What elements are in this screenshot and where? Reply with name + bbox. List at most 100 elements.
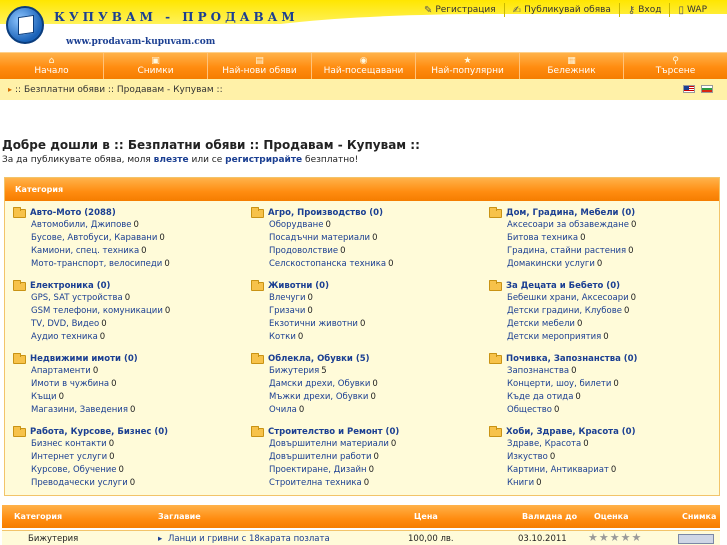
- subcategory-link[interactable]: Къщи 0: [5, 391, 243, 404]
- subcategory-link[interactable]: Аксесоари за обзавеждане 0: [481, 219, 719, 232]
- publish-link[interactable]: ✍ Публикувай обява: [503, 3, 619, 17]
- subcategory-name: Изкуство: [507, 452, 548, 462]
- subcategory-link[interactable]: Картини, Антиквариат 0: [481, 464, 719, 477]
- subcategory-link[interactable]: TV, DVD, Видео 0: [5, 318, 243, 331]
- nav-most-visited[interactable]: ◉ Най-посещавани: [312, 53, 416, 79]
- subcategory-link[interactable]: Котки 0: [243, 331, 481, 344]
- nav-most-popular[interactable]: ★ Най-популярни: [416, 53, 520, 79]
- col-rating: Оценка: [594, 512, 629, 521]
- logo-title[interactable]: КУПУВАМ - ПРОДАВАМ: [54, 10, 299, 24]
- category-title-text: Дом, Градина, Мебели (0): [506, 208, 636, 218]
- subcategory-link[interactable]: Бусове, Автобуси, Каравани 0: [5, 232, 243, 245]
- subcategory-link[interactable]: Оборудване 0: [243, 219, 481, 232]
- bulgarian-flag-icon[interactable]: [701, 85, 713, 93]
- subcategory-link[interactable]: Проектиране, Дизайн 0: [243, 464, 481, 477]
- table-row[interactable]: Бижутерия ▸ Ланци и гривни с 18карата по…: [2, 530, 720, 545]
- subcategory-count: 0: [583, 439, 589, 449]
- subcategory-link[interactable]: Общество 0: [481, 404, 719, 417]
- subcategory-link[interactable]: Екзотични животни 0: [243, 318, 481, 331]
- subcategory-link[interactable]: Изкуство 0: [481, 451, 719, 464]
- subcategory-count: 0: [624, 306, 630, 316]
- login-link[interactable]: ⚷ Вход: [618, 3, 670, 17]
- subcategory-link[interactable]: Довършителни материали 0: [243, 438, 481, 451]
- category-title[interactable]: Животни (0): [243, 279, 481, 292]
- subcategory-count: 0: [613, 379, 619, 389]
- logo-url[interactable]: www.prodavam-kupuvam.com: [66, 37, 215, 47]
- subcategory-link[interactable]: Здраве, Красота 0: [481, 438, 719, 451]
- subcategory-link[interactable]: Бизнес контакти 0: [5, 438, 243, 451]
- nav-notebook[interactable]: ▦ Бележник: [520, 53, 624, 79]
- subcategory-link[interactable]: Аудио техника 0: [5, 331, 243, 344]
- subcategory-link[interactable]: Магазини, Заведения 0: [5, 404, 243, 417]
- category-title[interactable]: Недвижими имоти (0): [5, 352, 243, 365]
- category-title[interactable]: Електроника (0): [5, 279, 243, 292]
- nav-home[interactable]: ⌂ Начало: [0, 53, 104, 79]
- category-title[interactable]: За Децата и Бебето (0): [481, 279, 719, 292]
- category-title[interactable]: Авто-Мото (2088): [5, 206, 243, 219]
- row-thumbnail[interactable]: [678, 534, 714, 544]
- subcategory-link[interactable]: Домакински услуги 0: [481, 258, 719, 271]
- category-title[interactable]: Работа, Курсове, Бизнес (0): [5, 425, 243, 438]
- subcategory-link[interactable]: Очила 0: [243, 404, 481, 417]
- category-title[interactable]: Дом, Градина, Мебели (0): [481, 206, 719, 219]
- subcategory-count: 0: [372, 233, 378, 243]
- col-category[interactable]: Категория: [14, 512, 62, 521]
- wap-link[interactable]: ▯ WAP: [669, 3, 715, 17]
- subcategory-link[interactable]: Преводачески услуги 0: [5, 477, 243, 490]
- category-title[interactable]: Облекла, Обувки (5): [243, 352, 481, 365]
- subcategory-link[interactable]: Концерти, шоу, билети 0: [481, 378, 719, 391]
- nav-photos[interactable]: ▣ Снимки: [104, 53, 208, 79]
- folder-icon: [13, 352, 26, 364]
- subcategory-link[interactable]: Селскостопанска техника 0: [243, 258, 481, 271]
- subcategory-link[interactable]: Гризачи 0: [243, 305, 481, 318]
- subcategory-link[interactable]: Довършителни работи 0: [243, 451, 481, 464]
- subcategory-link[interactable]: GPS, SAT устройства 0: [5, 292, 243, 305]
- category-title[interactable]: Агро, Производство (0): [243, 206, 481, 219]
- nav-search[interactable]: ⚲ Търсене: [624, 53, 727, 79]
- category-title[interactable]: Почивка, Запознанства (0): [481, 352, 719, 365]
- subcategory-link[interactable]: Детски мебели 0: [481, 318, 719, 331]
- english-flag-icon[interactable]: [683, 85, 695, 93]
- subcategory-link[interactable]: Дамски дрехи, Обувки 0: [243, 378, 481, 391]
- subcategory-count: 0: [373, 452, 379, 462]
- subcategory-name: Запознанства: [507, 366, 570, 376]
- col-title[interactable]: Заглавие: [158, 512, 201, 521]
- subcategory-link[interactable]: Камиони, спец. техника 0: [5, 245, 243, 258]
- register-link[interactable]: ✎ Регистрация: [416, 3, 504, 17]
- subcategory-link[interactable]: Курсове, Обучение 0: [5, 464, 243, 477]
- nav-newest[interactable]: ▤ Най-нови обяви: [208, 53, 312, 79]
- subcategory-link[interactable]: Книги 0: [481, 477, 719, 490]
- logo-icon[interactable]: [6, 6, 44, 44]
- subcategory-link[interactable]: Детски мероприятия 0: [481, 331, 719, 344]
- subcategory-link[interactable]: Продоволствие 0: [243, 245, 481, 258]
- subcategory-link[interactable]: Запознанства 0: [481, 365, 719, 378]
- subcategory-link[interactable]: Апартаменти 0: [5, 365, 243, 378]
- subcategory-link[interactable]: Строителна техника 0: [243, 477, 481, 490]
- register-inline-link[interactable]: регистрирайте: [225, 155, 302, 165]
- subcategory-count: 0: [554, 405, 560, 415]
- col-price[interactable]: Цена: [414, 512, 438, 521]
- login-inline-link[interactable]: влезте: [154, 155, 189, 165]
- breadcrumb-text[interactable]: :: Безплатни обяви :: Продавам - Купувам…: [15, 85, 223, 95]
- subcategory-link[interactable]: Мото-транспорт, велосипеди 0: [5, 258, 243, 271]
- subcategory-link[interactable]: Автомобили, Джипове 0: [5, 219, 243, 232]
- subcategory-link[interactable]: Интернет услуги 0: [5, 451, 243, 464]
- subcategory-link[interactable]: Имоти в чужбина 0: [5, 378, 243, 391]
- col-valid[interactable]: Валидна до: [522, 512, 577, 521]
- subcategory-link[interactable]: Влечуги 0: [243, 292, 481, 305]
- subcategory-link[interactable]: Битова техника 0: [481, 232, 719, 245]
- subcategory-link[interactable]: Бебешки храни, Аксесоари 0: [481, 292, 719, 305]
- subcategory-link[interactable]: Мъжки дрехи, Обувки 0: [243, 391, 481, 404]
- category-title[interactable]: Строителство и Ремонт (0): [243, 425, 481, 438]
- subcategory-link[interactable]: Детски градини, Клубове 0: [481, 305, 719, 318]
- subcategory-link[interactable]: GSM телефони, комуникации 0: [5, 305, 243, 318]
- subcategory-link[interactable]: Посадъчни материали 0: [243, 232, 481, 245]
- pencil-icon: ✎: [423, 4, 433, 16]
- subcategory-link[interactable]: Къде да отида 0: [481, 391, 719, 404]
- subcategory-link[interactable]: Градина, стайни растения 0: [481, 245, 719, 258]
- row-title-link[interactable]: Ланци и гривни с 18карата позлата: [168, 534, 330, 544]
- category-title[interactable]: Хоби, Здраве, Красота (0): [481, 425, 719, 438]
- subcategory-name: Книги: [507, 478, 535, 488]
- search-icon: ⚲: [672, 56, 679, 66]
- subcategory-link[interactable]: Бижутерия 5: [243, 365, 481, 378]
